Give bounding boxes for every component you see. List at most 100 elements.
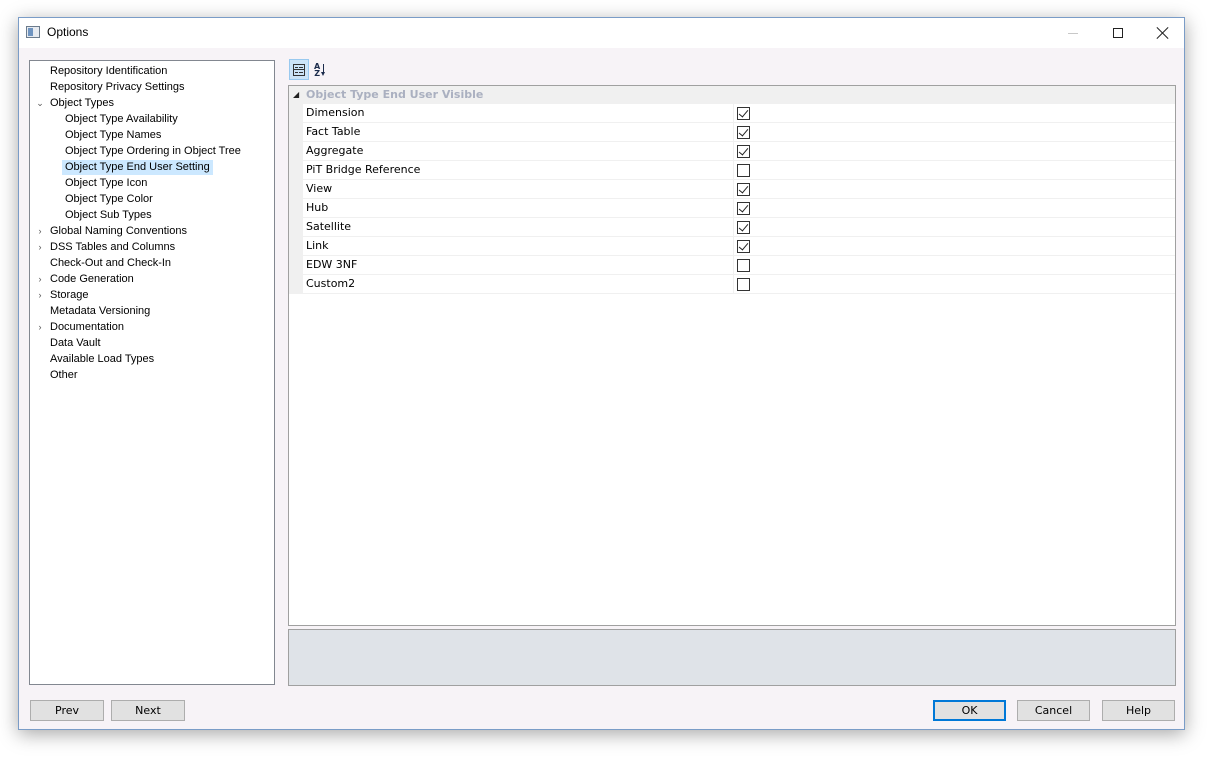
column-splitter[interactable] — [733, 180, 734, 199]
tree-item[interactable]: Object Type Icon — [62, 176, 150, 191]
prev-button[interactable]: Prev — [30, 700, 104, 721]
property-name: Aggregate — [306, 144, 364, 157]
collapsed-chevron-icon[interactable]: › — [36, 291, 44, 300]
collapsed-chevron-icon[interactable]: › — [36, 243, 44, 252]
property-name: Custom2 — [306, 277, 356, 290]
property-row[interactable]: Hub — [289, 199, 1175, 218]
row-margin — [289, 161, 303, 180]
sort-alphabetical-icon: AZ — [314, 62, 328, 77]
tree-item[interactable]: Available Load Types — [47, 352, 157, 367]
tree-item[interactable]: Storage — [47, 288, 92, 303]
property-row[interactable]: View — [289, 180, 1175, 199]
column-splitter[interactable] — [733, 275, 734, 294]
column-splitter[interactable] — [733, 142, 734, 161]
column-splitter[interactable] — [733, 104, 734, 123]
minimize-icon — [1068, 32, 1078, 34]
row-margin — [289, 199, 303, 218]
row-margin — [289, 275, 303, 294]
property-name: Dimension — [306, 106, 365, 119]
collapsed-chevron-icon[interactable]: › — [36, 323, 44, 332]
tree-item[interactable]: Object Type Availability — [62, 112, 181, 127]
tree-item[interactable]: Object Type Color — [62, 192, 156, 207]
column-splitter[interactable] — [733, 218, 734, 237]
options-tree[interactable]: Repository Identification Repository Priv… — [29, 60, 275, 685]
row-margin — [289, 104, 303, 123]
tree-item[interactable]: Repository Identification — [47, 64, 170, 79]
maximize-button[interactable] — [1095, 18, 1141, 48]
column-splitter[interactable] — [733, 199, 734, 218]
property-grid[interactable]: ◢ Object Type End User Visible Dimension… — [288, 85, 1176, 626]
window-title: Options — [47, 25, 89, 39]
help-button[interactable]: Help — [1102, 700, 1175, 721]
tree-item[interactable]: Object Sub Types — [62, 208, 155, 223]
tree-item[interactable]: Object Type Ordering in Object Tree — [62, 144, 244, 159]
row-margin — [289, 218, 303, 237]
property-row[interactable]: Custom2 — [289, 275, 1175, 294]
property-row[interactable]: Dimension — [289, 104, 1175, 123]
property-checkbox[interactable] — [737, 164, 750, 177]
categorized-view-button[interactable] — [289, 59, 309, 80]
property-checkbox[interactable] — [737, 107, 750, 120]
minimize-button[interactable] — [1050, 18, 1096, 48]
ok-button[interactable]: OK — [933, 700, 1006, 721]
property-checkbox[interactable] — [737, 126, 750, 139]
property-checkbox[interactable] — [737, 240, 750, 253]
tree-item[interactable]: Metadata Versioning — [47, 304, 153, 319]
property-grid-toolbar: AZ — [289, 59, 349, 81]
property-name: Hub — [306, 201, 329, 214]
category-row[interactable]: ◢ Object Type End User Visible — [289, 86, 1175, 104]
row-margin — [289, 142, 303, 161]
title-bar[interactable]: Options — [19, 18, 1184, 48]
property-checkbox[interactable] — [737, 221, 750, 234]
row-margin — [289, 256, 303, 275]
property-row[interactable]: Link — [289, 237, 1175, 256]
collapsed-chevron-icon[interactable]: › — [36, 275, 44, 284]
collapsed-chevron-icon[interactable]: › — [36, 227, 44, 236]
property-row[interactable]: EDW 3NF — [289, 256, 1175, 275]
column-splitter[interactable] — [733, 256, 734, 275]
alphabetical-sort-button[interactable]: AZ — [311, 59, 331, 80]
property-name: Link — [306, 239, 329, 252]
column-splitter[interactable] — [733, 161, 734, 180]
options-window-icon — [26, 26, 40, 38]
tree-item[interactable]: Check-Out and Check-In — [47, 256, 174, 271]
maximize-icon — [1113, 28, 1123, 38]
tree-item[interactable]: Repository Privacy Settings — [47, 80, 188, 95]
property-checkbox[interactable] — [737, 145, 750, 158]
property-row[interactable]: Aggregate — [289, 142, 1175, 161]
property-checkbox[interactable] — [737, 259, 750, 272]
property-checkbox[interactable] — [737, 183, 750, 196]
property-checkbox[interactable] — [737, 202, 750, 215]
row-margin — [289, 123, 303, 142]
close-icon — [1157, 27, 1169, 39]
tree-item[interactable]: Documentation — [47, 320, 127, 335]
row-margin — [289, 237, 303, 256]
collapse-triangle-icon[interactable]: ◢ — [293, 90, 299, 99]
tree-item[interactable]: Object Type Names — [62, 128, 164, 143]
tree-item[interactable]: Object Types — [47, 96, 117, 111]
property-name: EDW 3NF — [306, 258, 358, 271]
property-name: View — [306, 182, 333, 195]
tree-item[interactable]: DSS Tables and Columns — [47, 240, 178, 255]
tree-item[interactable]: Other — [47, 368, 81, 383]
property-row[interactable]: Fact Table — [289, 123, 1175, 142]
property-row[interactable]: PiT Bridge Reference — [289, 161, 1175, 180]
tree-item[interactable]: Data Vault — [47, 336, 104, 351]
tree-item[interactable]: Code Generation — [47, 272, 137, 287]
property-checkbox[interactable] — [737, 278, 750, 291]
column-splitter[interactable] — [733, 123, 734, 142]
close-button[interactable] — [1140, 18, 1186, 48]
property-name: Fact Table — [306, 125, 361, 138]
description-pane — [288, 629, 1176, 686]
category-label: Object Type End User Visible — [306, 88, 484, 101]
property-row[interactable]: Satellite — [289, 218, 1175, 237]
tree-item[interactable]: Global Naming Conventions — [47, 224, 190, 239]
property-name: PiT Bridge Reference — [306, 163, 421, 176]
options-dialog: Options Repository Identification Reposit… — [18, 17, 1185, 730]
expanded-chevron-icon[interactable]: ⌄ — [36, 99, 44, 108]
next-button[interactable]: Next — [111, 700, 185, 721]
tree-item[interactable]: Object Type End User Setting — [62, 160, 213, 175]
categorized-view-icon — [293, 63, 305, 76]
column-splitter[interactable] — [733, 237, 734, 256]
cancel-button[interactable]: Cancel — [1017, 700, 1090, 721]
